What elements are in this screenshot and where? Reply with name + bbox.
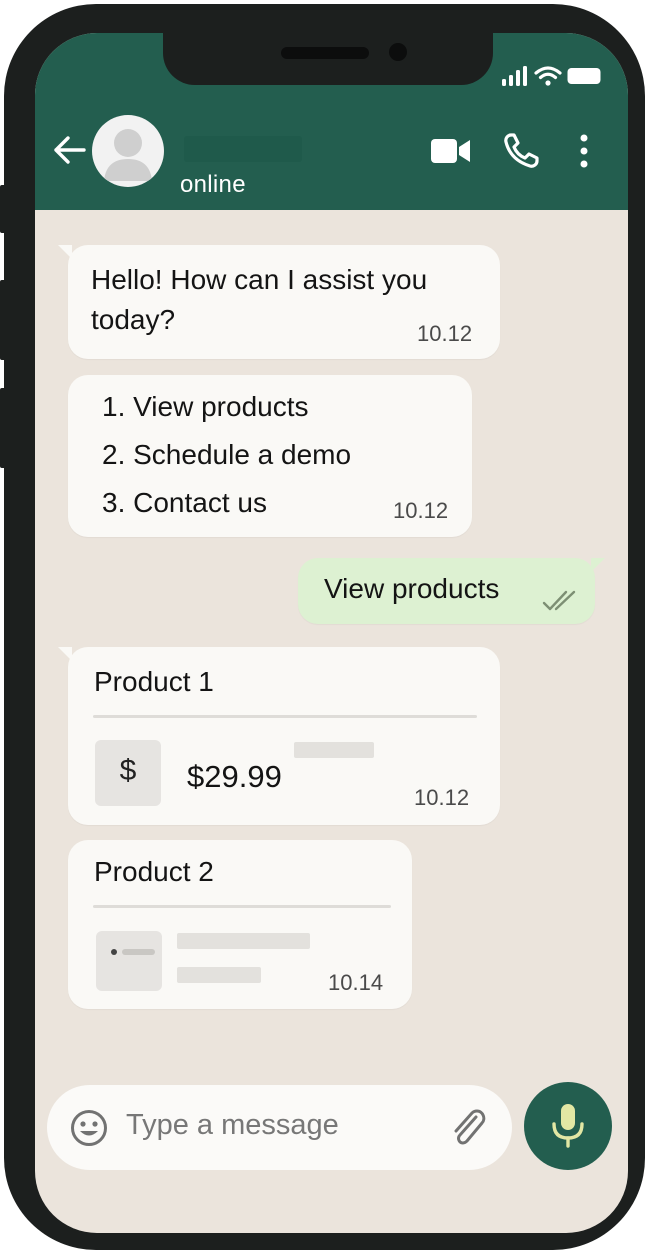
message-time: 10.12	[393, 498, 449, 523]
double-check-icon	[542, 590, 576, 611]
more-options-icon[interactable]	[579, 134, 589, 168]
emoji-icon[interactable]	[70, 1109, 108, 1147]
card-divider	[93, 715, 477, 718]
option-schedule-demo[interactable]: 2. Schedule a demo	[102, 435, 351, 475]
product-card-1[interactable]: Product 1 $ $29.99 10.12	[58, 647, 500, 825]
placeholder-text-bar-1	[177, 933, 310, 949]
product-thumbnail	[96, 931, 162, 991]
front-camera	[389, 43, 407, 61]
placeholder-line	[122, 949, 155, 955]
product-title: Product 1	[94, 666, 214, 697]
message-time: 10.12	[417, 321, 473, 346]
incoming-message-options[interactable]: 1. View products 2. Schedule a demo 3. C…	[68, 375, 472, 537]
message-text-line-1: Hello! How can I assist you	[91, 264, 428, 295]
attach-icon[interactable]	[448, 1107, 488, 1149]
contact-name-redacted[interactable]	[184, 136, 302, 162]
placeholder-dot	[111, 949, 117, 955]
option-contact-us[interactable]: 3. Contact us	[102, 483, 267, 523]
video-call-icon[interactable]	[431, 138, 471, 164]
message-input[interactable]: Type a message	[47, 1085, 512, 1170]
message-time: 10.12	[414, 785, 470, 810]
chat-header: online	[35, 33, 628, 210]
mic-button[interactable]	[524, 1082, 612, 1170]
message-text: Hello! How can I assist you today?	[91, 260, 427, 340]
person-icon	[104, 129, 152, 181]
contact-avatar[interactable]	[92, 115, 164, 187]
option-view-products[interactable]: 1. View products	[102, 387, 309, 427]
phone-call-icon[interactable]	[503, 133, 539, 169]
phone-notch	[163, 33, 493, 85]
back-arrow-icon[interactable]	[52, 135, 86, 165]
signal-icon	[502, 66, 527, 86]
presence-status: online	[180, 171, 246, 198]
product-card-2[interactable]: Product 2 10.14	[68, 840, 412, 1009]
product-price: $29.99	[187, 759, 282, 794]
battery-icon	[567, 68, 601, 84]
placeholder-text-bar-2	[177, 967, 261, 983]
mic-icon	[552, 1104, 584, 1148]
product-thumbnail: $	[95, 740, 161, 806]
incoming-message-greeting[interactable]: Hello! How can I assist you today? 10.12	[58, 245, 500, 359]
message-text: View products	[324, 573, 500, 604]
message-placeholder: Type a message	[126, 1109, 339, 1141]
dollar-icon: $	[119, 754, 137, 787]
wifi-icon	[534, 66, 562, 86]
placeholder-text-bar	[294, 742, 374, 758]
phone-frame: online Hello! How can I assist you today…	[4, 4, 645, 1250]
outgoing-message[interactable]: View products	[298, 558, 605, 624]
message-text-line-2: today?	[91, 304, 176, 335]
card-divider	[93, 905, 391, 908]
message-time: 10.14	[328, 970, 384, 995]
chat-screen: online Hello! How can I assist you today…	[35, 33, 628, 1233]
speaker-grille	[281, 47, 369, 59]
product-title: Product 2	[94, 856, 214, 887]
